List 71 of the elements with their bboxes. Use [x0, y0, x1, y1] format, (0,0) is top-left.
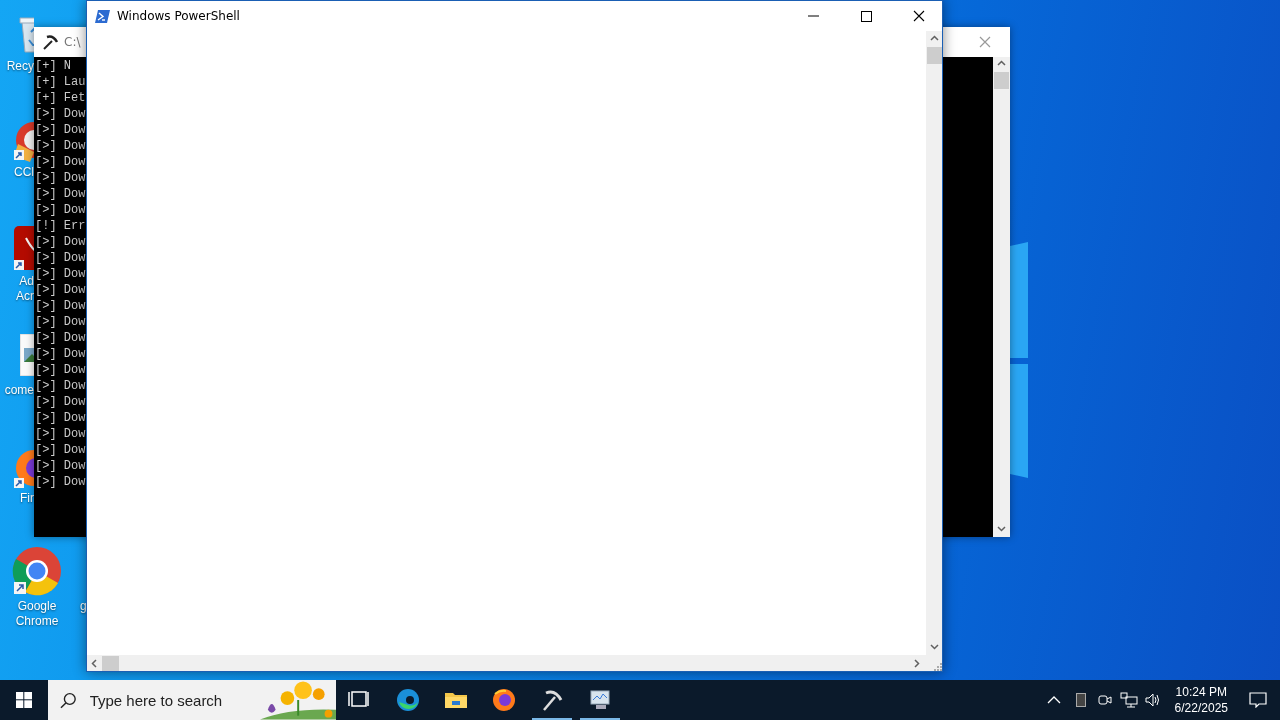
network-icon[interactable]: [1119, 692, 1138, 708]
scroll-thumb[interactable]: [102, 655, 119, 671]
console-line: [>] Dow: [35, 474, 86, 490]
console-line: [!] Err: [35, 218, 86, 234]
window-title: Windows PowerShell: [117, 9, 240, 23]
console-line: [+] Lau: [35, 74, 86, 90]
icon-label: come: [3, 383, 34, 398]
icon-label: g: [80, 599, 87, 614]
camera-icon[interactable]: [1096, 692, 1113, 708]
monitor-icon: [588, 688, 612, 712]
document-icon[interactable]: [12, 224, 34, 272]
console-line: [>] Dow: [35, 122, 86, 138]
windows-icon: [16, 692, 32, 708]
icon-label: Chrome: [14, 614, 60, 629]
console-line: [>] Dow: [35, 378, 86, 394]
search-field[interactable]: Type here to search: [89, 691, 260, 709]
console-line: [>] Dow: [35, 186, 86, 202]
console-line: [>] Dow: [35, 138, 86, 154]
scroll-thumb[interactable]: [926, 47, 942, 64]
vertical-scrollbar[interactable]: [926, 31, 942, 655]
console-line: [>] Dow: [35, 298, 86, 314]
clock[interactable]: 10:24 PM 6/22/2025: [1164, 684, 1236, 716]
console-line: [>] Dow: [35, 330, 86, 346]
minimize-icon: [807, 15, 819, 17]
console-line: [>] Dow: [35, 458, 86, 474]
window-title: C:\: [64, 35, 81, 49]
icon-label: Recy: [5, 59, 34, 74]
resize-grip-icon[interactable]: [934, 663, 942, 671]
console-line: [+] Fet: [35, 90, 86, 106]
horizontal-scrollbar[interactable]: [87, 655, 926, 671]
pickaxe-icon: [42, 34, 58, 50]
console-line: [+] N: [35, 58, 71, 74]
speaker-icon[interactable]: [1143, 692, 1162, 708]
console-line: [>] Dow: [35, 426, 86, 442]
powershell-icon: [95, 9, 110, 23]
notification-icon: [1249, 692, 1267, 708]
console-line: [>] Dow: [35, 282, 86, 298]
image-file-icon[interactable]: [20, 334, 34, 376]
search-icon: [60, 691, 77, 709]
console-line: [>] Dow: [35, 442, 86, 458]
search-bar[interactable]: Type here to search: [48, 680, 336, 720]
chrome-icon[interactable]: [12, 546, 62, 598]
console-line: [>] Dow: [35, 106, 86, 122]
firefox-icon: [492, 688, 516, 712]
console-line: [>] Dow: [35, 234, 86, 250]
console-line: [>] Dow: [35, 250, 86, 266]
console-line: [>] Dow: [35, 266, 86, 282]
console-line: [>] Dow: [35, 202, 86, 218]
pickaxe-icon: [540, 688, 564, 712]
chevron-up-icon[interactable]: [1046, 696, 1061, 704]
console-line: [>] Dow: [35, 410, 86, 426]
maximize-icon: [860, 10, 872, 22]
console-line: [>] Dow: [35, 170, 86, 186]
scroll-thumb[interactable]: [994, 72, 1009, 89]
console-line: [>] Dow: [35, 314, 86, 330]
icon-label: Fir: [19, 491, 34, 506]
clock-date: 6/22/2025: [1174, 700, 1228, 716]
console-line: [>] Dow: [35, 346, 86, 362]
edge-icon: [396, 688, 420, 712]
icon-label: CCl: [13, 165, 34, 180]
icon-label: Google: [16, 599, 58, 614]
close-icon: [913, 10, 925, 22]
icon-label: Ad: [18, 274, 34, 289]
clock-time: 10:24 PM: [1175, 684, 1227, 700]
console-line: [>] Dow: [35, 154, 86, 170]
console-line: [>] Dow: [35, 362, 86, 378]
tablet-icon[interactable]: [1075, 693, 1086, 707]
console-line: [>] Dow: [35, 394, 86, 410]
vertical-scrollbar[interactable]: [993, 57, 1010, 537]
close-icon: [979, 36, 991, 48]
icon-label: Acr: [15, 289, 34, 304]
